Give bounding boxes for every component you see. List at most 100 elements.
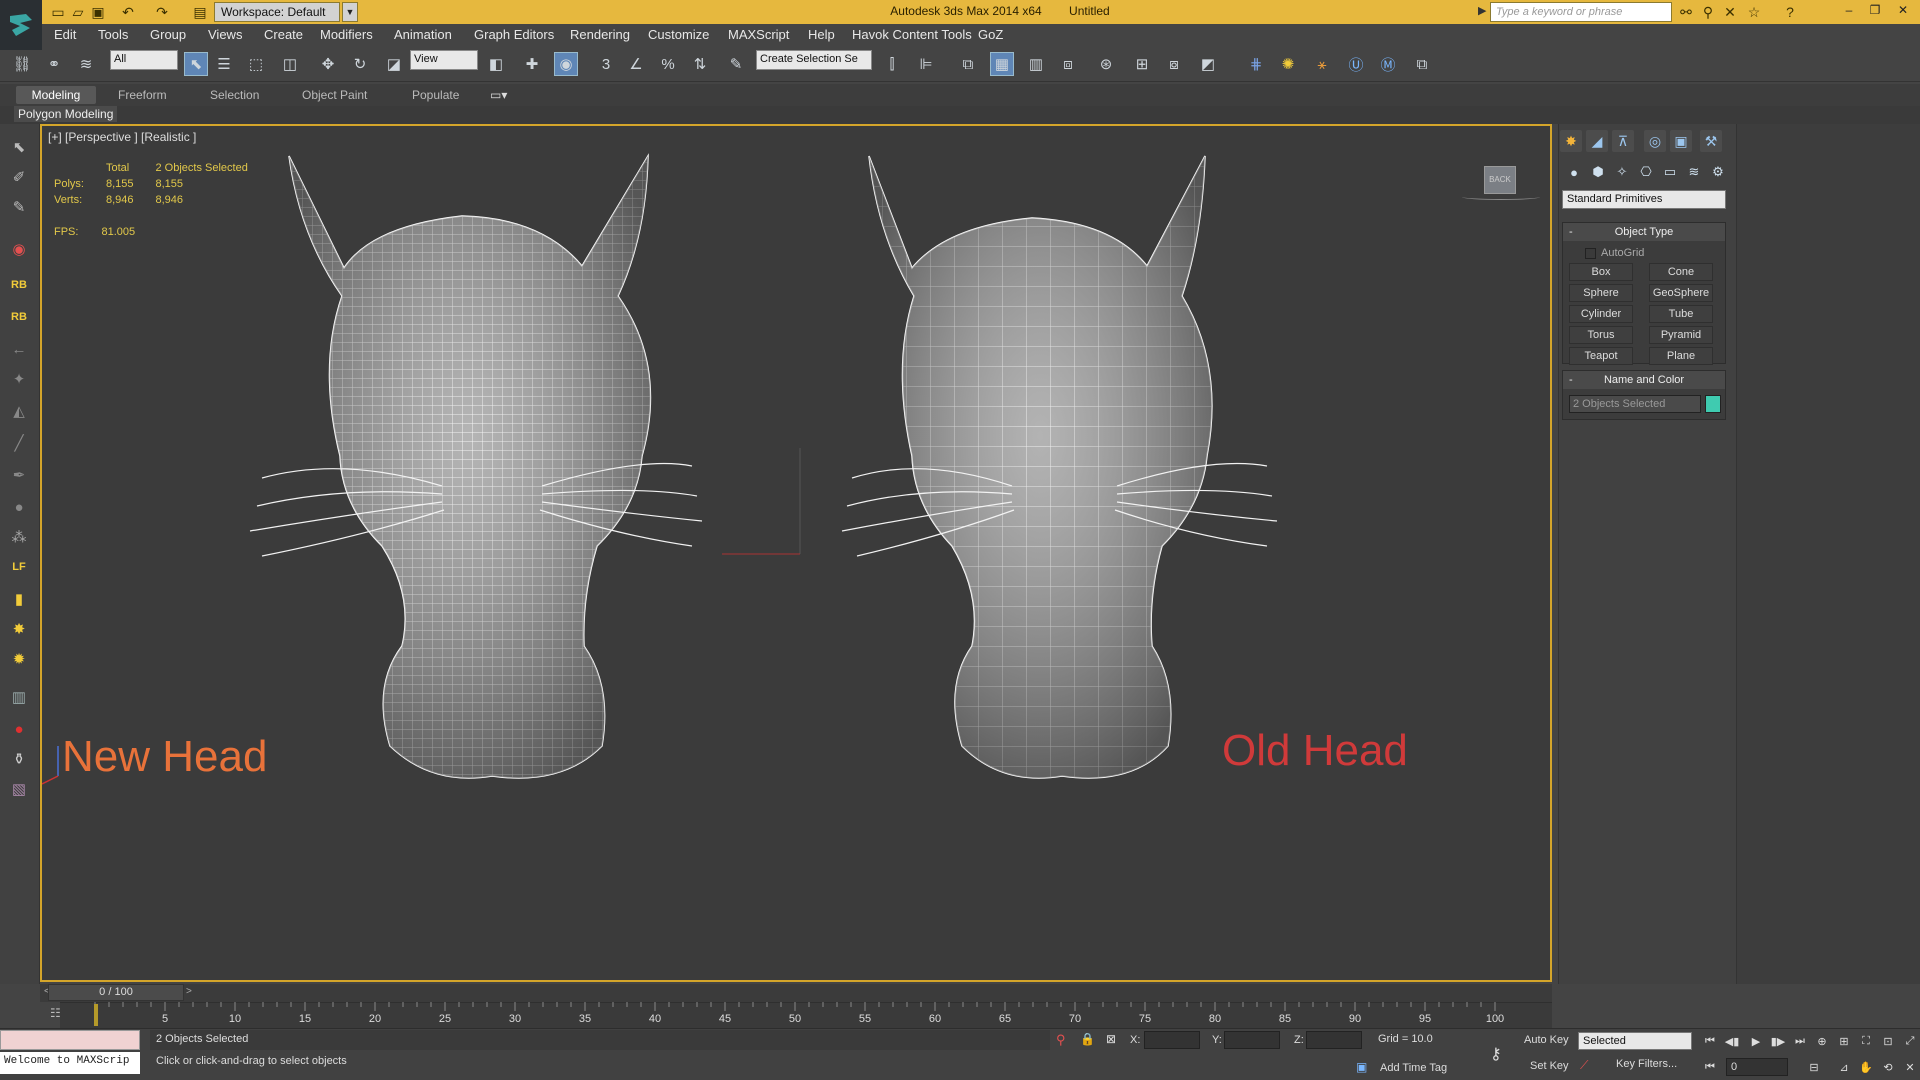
havok-world-icon[interactable]: ⋕ [1244,52,1268,76]
maximize-toggle-icon[interactable]: ✕ [1900,1058,1920,1076]
sphere-tool-icon[interactable]: ● [6,494,32,520]
workspace-dropdown[interactable]: Workspace: Default [214,2,340,22]
isolate-selection-icon[interactable]: ⚲ [1056,1032,1066,1048]
tab-populate[interactable]: Populate [412,86,459,104]
gear-star-tool-icon[interactable]: ✹ [6,646,32,672]
helpers-icon[interactable]: ▭ [1660,162,1680,182]
orbit-icon[interactable]: ⟲ [1878,1058,1898,1076]
menu-graph-editors[interactable]: Graph Editors [474,24,554,45]
go-to-start-icon[interactable]: ⏮ [1700,1032,1720,1050]
object-color-swatch[interactable] [1705,395,1721,413]
subscription-icon[interactable]: ⚲ [1698,2,1718,22]
reference-coordinate-dropdown[interactable]: View [410,50,478,70]
material-editor-icon[interactable]: ⊞ [1130,52,1154,76]
curve-editor-icon[interactable]: ⧈ [1056,52,1080,76]
zoom-all-icon[interactable]: ⊞ [1834,1032,1854,1050]
old-head-mesh[interactable] [841,155,1278,779]
havok-constraint-icon[interactable]: ⚹ [1310,52,1334,76]
z-coord-field[interactable] [1306,1031,1362,1049]
star-tool-icon[interactable]: ✸ [6,616,32,642]
time-slider-thumb[interactable]: 0 / 100 [48,984,184,1001]
menu-group[interactable]: Group [150,24,186,45]
pen-tool-icon[interactable]: ✒ [6,462,32,488]
select-and-link-icon[interactable]: ⛓ [10,52,34,76]
menu-tools[interactable]: Tools [98,24,128,45]
search-input[interactable]: Type a keyword or phrase [1490,2,1672,22]
maximize-viewport-icon[interactable]: ⤢ [1900,1032,1920,1050]
utilities-tab-icon[interactable]: ⚒ [1700,130,1722,152]
key-filters-button[interactable]: Key Filters... [1616,1058,1677,1070]
brush-tool-icon[interactable]: ✐ [6,164,32,190]
time-tag-icon[interactable]: ▣ [1356,1060,1367,1074]
lf-tool-icon[interactable]: LF [6,554,32,580]
binoculars-icon[interactable]: ⚯ [1676,2,1696,22]
project-folder-icon[interactable]: ▤ [190,2,210,22]
menu-maxscript[interactable]: MAXScript [728,24,789,45]
cloth-tool-icon[interactable]: ◭ [6,398,32,424]
systems-icon[interactable]: ⚙ [1708,162,1728,182]
torus-button[interactable]: Torus [1569,326,1633,344]
save-file-icon[interactable]: ▣ [88,2,108,22]
current-frame-field[interactable]: 0 [1726,1058,1788,1076]
select-object-icon[interactable]: ⬉ [184,52,208,76]
close-icon[interactable]: ✕ [1890,0,1916,22]
space-warps-icon[interactable]: ≋ [1684,162,1704,182]
spinner-snap-icon[interactable]: ⇅ [688,52,712,76]
box-button[interactable]: Box [1569,263,1633,281]
auto-key-button[interactable]: Auto Key [1524,1034,1569,1046]
zoom-extents-icon[interactable]: ⛶ [1856,1032,1876,1050]
menu-goz[interactable]: GoZ [978,24,1003,45]
maxscript-listener-input[interactable] [0,1030,140,1050]
viewcube-compass[interactable] [1462,194,1540,200]
y-coord-field[interactable] [1224,1031,1280,1049]
object-name-field[interactable]: 2 Objects Selected [1569,395,1701,413]
select-tool-icon[interactable]: ⬉ [6,134,32,160]
restore-icon[interactable]: ❐ [1862,0,1888,22]
sphere-button[interactable]: Sphere [1569,284,1633,302]
x-coord-field[interactable] [1144,1031,1200,1049]
select-manipulate-icon[interactable]: ✚ [520,52,544,76]
menu-create[interactable]: Create [264,24,303,45]
geosphere-button[interactable]: GeoSphere [1649,284,1713,302]
havok-sun-icon[interactable]: ✺ [1276,52,1300,76]
rb-collection-icon[interactable]: RB [6,304,32,330]
primitive-category-dropdown[interactable]: Standard Primitives [1562,190,1726,209]
set-key-button[interactable]: Set Key [1530,1060,1569,1072]
zoom-icon[interactable]: ⊕ [1812,1032,1832,1050]
tab-modeling[interactable]: Modeling [16,86,96,104]
align-icon[interactable]: ⊫ [914,52,938,76]
select-and-move-icon[interactable]: ✥ [316,52,340,76]
maxscript-welcome-text[interactable]: Welcome to MAXScrip [0,1052,140,1074]
menu-animation[interactable]: Animation [394,24,452,45]
go-to-end-icon[interactable]: ⏭ [1790,1032,1810,1050]
pan-view-icon[interactable]: ✋ [1856,1058,1876,1076]
tab-selection[interactable]: Selection [210,86,259,104]
tab-freeform[interactable]: Freeform [118,86,167,104]
polygon-modeling-label[interactable]: Polygon Modeling [14,106,118,122]
pyramid-button[interactable]: Pyramid [1649,326,1713,344]
time-slider-next-icon[interactable]: > [186,986,192,997]
app-logo-icon[interactable] [0,0,42,50]
key-tangent-icon[interactable]: ⟋ [1580,1058,1588,1073]
select-by-name-icon[interactable]: ☰ [212,52,236,76]
search-expand-icon[interactable]: ▶ [1478,4,1486,17]
new-head-mesh[interactable] [249,153,703,779]
add-time-tag[interactable]: Add Time Tag [1380,1062,1447,1074]
layer-manager-icon[interactable]: ▦ [990,52,1014,76]
pin-tool-icon[interactable]: ✦ [6,366,32,392]
menu-help[interactable]: Help [808,24,835,45]
menu-rendering[interactable]: Rendering [570,24,630,45]
menu-edit[interactable]: Edit [54,24,76,45]
shapes-icon[interactable]: ⬢ [1588,162,1608,182]
field-of-view-icon[interactable]: ⊿ [1834,1058,1854,1076]
motion-tab-icon[interactable]: ◎ [1644,130,1666,152]
edit-named-selection-icon[interactable]: ✎ [724,52,748,76]
communication-icon[interactable]: ✕ [1720,2,1740,22]
cone-button[interactable]: Cone [1649,263,1713,281]
percent-snap-icon[interactable]: % [656,52,680,76]
ribbon-options-icon[interactable]: ▭▾ [490,86,507,104]
current-frame-marker[interactable] [94,1004,98,1026]
rectangular-selection-icon[interactable]: ⬚ [244,52,268,76]
menu-havok-content-tools[interactable]: Havok Content Tools [852,24,972,45]
viewcube[interactable]: BACK [1484,166,1516,194]
